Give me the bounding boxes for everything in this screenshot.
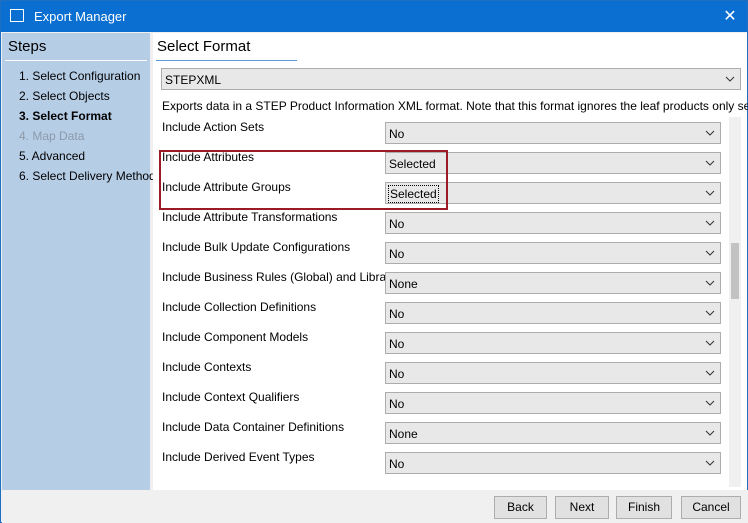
chevron-down-icon: [705, 310, 715, 316]
option-select[interactable]: No: [385, 212, 721, 234]
option-label: Include Component Models: [162, 330, 309, 344]
export-manager-window: Export Manager ✕ Steps 1. Select Configu…: [0, 0, 748, 523]
chevron-down-icon: [705, 280, 715, 286]
option-row: Include Collection Definitions No: [159, 297, 729, 327]
finish-button[interactable]: Finish: [616, 496, 672, 519]
option-label: Include Data Container Definitions: [162, 420, 345, 434]
chevron-down-icon: [705, 160, 715, 166]
chevron-down-icon: [705, 190, 715, 196]
back-button[interactable]: Back: [494, 496, 547, 519]
step-select-objects: 2. Select Objects: [19, 89, 110, 103]
option-select[interactable]: No: [385, 242, 721, 264]
window-title: Export Manager: [34, 9, 127, 24]
scrollbar-thumb[interactable]: [731, 243, 739, 299]
step-advanced: 5. Advanced: [19, 149, 86, 163]
title-bar[interactable]: Export Manager ✕: [1, 1, 747, 32]
chevron-down-icon: [705, 460, 715, 466]
option-value: No: [389, 337, 405, 351]
format-description: Exports data in a STEP Product Informati…: [162, 99, 748, 113]
option-select[interactable]: None: [385, 422, 721, 444]
step-select-configuration: 1. Select Configuration: [19, 69, 141, 83]
option-value: No: [389, 217, 405, 231]
option-label: Include Action Sets: [162, 120, 265, 134]
vertical-scrollbar[interactable]: [729, 117, 741, 487]
option-row: Include Derived Event Types No: [159, 447, 729, 477]
page-title: Select Format: [157, 38, 251, 55]
option-select[interactable]: No: [385, 332, 721, 354]
option-select[interactable]: No: [385, 122, 721, 144]
app-icon: [10, 9, 24, 22]
option-row: Include Business Rules (Global) and Libr…: [159, 267, 729, 297]
highlight-annotation: [159, 150, 448, 210]
option-value: No: [389, 367, 405, 381]
divider: [5, 60, 147, 61]
option-label: Include Context Qualifiers: [162, 390, 300, 404]
step-map-data: 4. Map Data: [19, 129, 85, 143]
option-value: No: [389, 247, 405, 261]
chevron-down-icon: [705, 250, 715, 256]
option-select[interactable]: No: [385, 362, 721, 384]
chevron-down-icon: [725, 76, 735, 82]
option-select[interactable]: No: [385, 452, 721, 474]
option-label: Include Business Rules (Global) and Libr…: [162, 270, 406, 284]
option-label: Include Bulk Update Configurations: [162, 240, 351, 254]
option-label: Include Collection Definitions: [162, 300, 317, 314]
option-value: No: [389, 127, 405, 141]
option-value: No: [389, 307, 405, 321]
option-row: Include Contexts No: [159, 357, 729, 387]
wizard-footer: Back Next Finish Cancel: [2, 490, 748, 523]
option-select[interactable]: No: [385, 302, 721, 324]
option-row: Include Attribute Transformations No: [159, 207, 729, 237]
title-underline: [156, 60, 297, 61]
option-row: Include Context Qualifiers No: [159, 387, 729, 417]
format-value: STEPXML: [165, 73, 222, 87]
option-row: Include Component Models No: [159, 327, 729, 357]
option-label: Include Attribute Transformations: [162, 210, 338, 224]
option-select[interactable]: None: [385, 272, 721, 294]
chevron-down-icon: [705, 430, 715, 436]
close-icon[interactable]: ✕: [713, 1, 747, 32]
chevron-down-icon: [705, 370, 715, 376]
step-select-format: 3. Select Format: [19, 109, 112, 123]
steps-list: 1. Select Configuration 2. Select Object…: [19, 69, 156, 189]
option-row: Include Bulk Update Configurations No: [159, 237, 729, 267]
option-select[interactable]: No: [385, 392, 721, 414]
next-button[interactable]: Next: [555, 496, 609, 519]
chevron-down-icon: [705, 220, 715, 226]
option-label: Include Contexts: [162, 360, 252, 374]
chevron-down-icon: [705, 130, 715, 136]
chevron-down-icon: [705, 400, 715, 406]
option-value: None: [389, 277, 418, 291]
option-row: Include Action Sets No: [159, 117, 729, 147]
option-value: No: [389, 457, 405, 471]
step-select-delivery-method: 6. Select Delivery Method: [19, 169, 156, 183]
chevron-down-icon: [705, 340, 715, 346]
cancel-button[interactable]: Cancel: [681, 496, 741, 519]
option-value: No: [389, 397, 405, 411]
format-select[interactable]: STEPXML: [161, 68, 741, 90]
option-row: Include Data Container Definitions None: [159, 417, 729, 447]
option-label: Include Derived Event Types: [162, 450, 315, 464]
steps-sidebar: Steps 1. Select Configuration 2. Select …: [2, 33, 156, 490]
main-content: Select Format STEPXML Exports data in a …: [153, 33, 748, 490]
option-value: None: [389, 427, 418, 441]
steps-title: Steps: [8, 38, 47, 55]
